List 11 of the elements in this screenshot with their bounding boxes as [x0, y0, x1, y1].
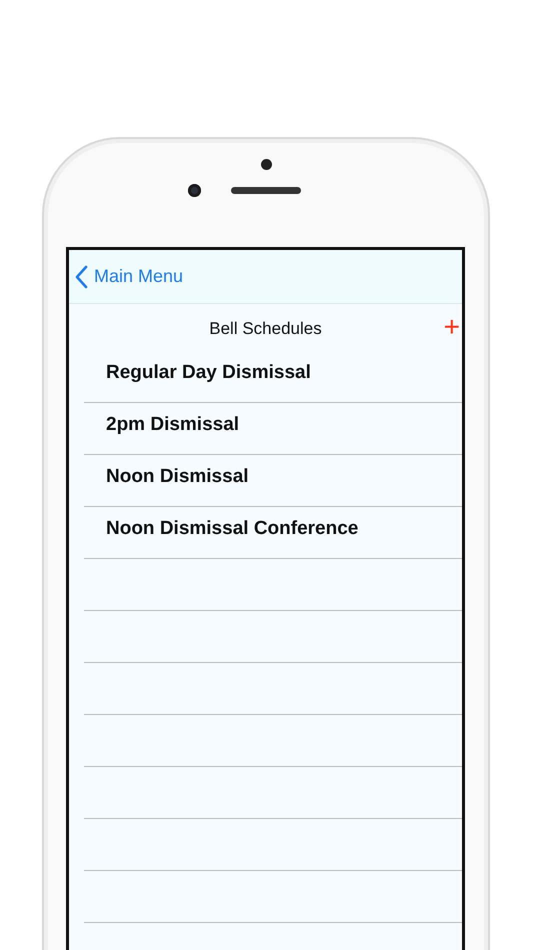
sensor-dot: [260, 159, 272, 170]
schedule-item[interactable]: Regular Day Dismissal: [106, 362, 311, 384]
schedule-item[interactable]: Noon Dismissal: [106, 466, 249, 488]
speaker-grille: [231, 187, 301, 194]
schedule-item[interactable]: Noon Dismissal Conference: [106, 518, 358, 540]
screen-title: Bell Schedules: [209, 318, 322, 338]
schedule-item[interactable]: 2pm Dismissal: [106, 414, 240, 436]
chevron-left-icon: [74, 264, 88, 288]
camera-lens: [188, 184, 201, 197]
back-button[interactable]: Main Menu: [74, 264, 184, 288]
add-button[interactable]: +: [442, 312, 462, 342]
